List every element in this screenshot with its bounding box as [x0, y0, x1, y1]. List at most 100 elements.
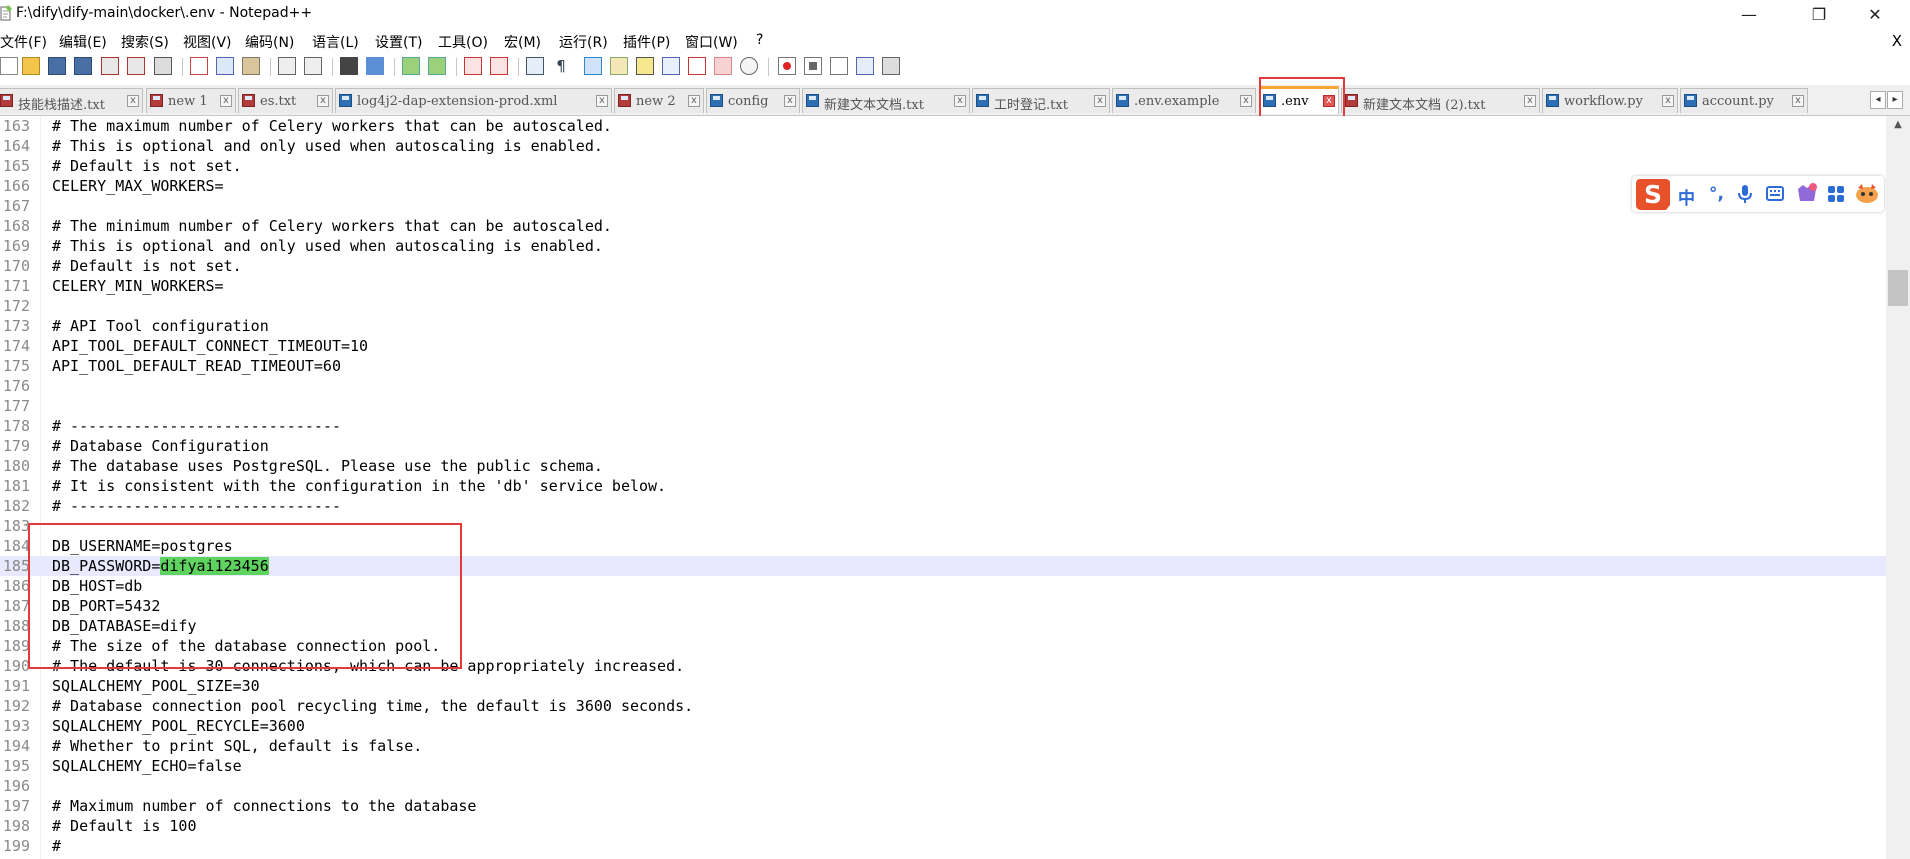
- code-line[interactable]: 163 # The maximum number of Celery worker…: [0, 116, 1886, 136]
- monitoring-icon[interactable]: [714, 57, 732, 75]
- code-line[interactable]: 194 # Whether to print SQL, default is fa…: [0, 736, 1886, 756]
- line-text[interactable]: SQLALCHEMY_POOL_RECYCLE=3600: [52, 716, 305, 736]
- menu-language[interactable]: 语言(L): [312, 32, 359, 52]
- code-line[interactable]: 192 # Database connection pool recycling …: [0, 696, 1886, 716]
- code-line[interactable]: 165 # Default is not set.: [0, 156, 1886, 176]
- tab-close-icon[interactable]: x: [1094, 95, 1106, 107]
- maximize-button[interactable]: ❐: [1796, 0, 1842, 28]
- keyboard-icon[interactable]: [1766, 186, 1784, 201]
- line-text[interactable]: # Database connection pool recycling tim…: [52, 696, 693, 716]
- code-line[interactable]: 199 #: [0, 836, 1886, 856]
- line-text[interactable]: # It is consistent with the configuratio…: [52, 476, 666, 496]
- menu-view[interactable]: 视图(V): [183, 32, 232, 52]
- code-line[interactable]: 168 # The minimum number of Celery worker…: [0, 216, 1886, 236]
- code-line[interactable]: 175 API_TOOL_DEFAULT_READ_TIMEOUT=60: [0, 356, 1886, 376]
- vertical-scrollbar[interactable]: ▲: [1886, 116, 1910, 859]
- close-all-icon[interactable]: [127, 57, 145, 75]
- save-all-icon[interactable]: [74, 57, 92, 75]
- tab-new-text-doc[interactable]: 新建文本文档.txt x: [802, 88, 970, 113]
- tab-close-icon[interactable]: x: [954, 95, 966, 107]
- minimize-button[interactable]: —: [1726, 0, 1772, 28]
- menu-help[interactable]: ?: [756, 32, 763, 48]
- eye-icon[interactable]: [740, 57, 758, 75]
- menu-encoding[interactable]: 编码(N): [245, 32, 294, 52]
- doc-map-icon[interactable]: [610, 57, 628, 75]
- code-line[interactable]: 195 SQLALCHEMY_ECHO=false: [0, 756, 1886, 776]
- menu-window[interactable]: 窗口(W): [685, 32, 738, 52]
- code-line[interactable]: 164 # This is optional and only used when…: [0, 136, 1886, 156]
- menu-run[interactable]: 运行(R): [559, 32, 608, 52]
- tab-new-text-doc-2[interactable]: 新建文本文档 (2).txt x: [1341, 88, 1540, 113]
- tab-timesheet[interactable]: 工时登记.txt x: [972, 88, 1110, 113]
- open-file-icon[interactable]: [22, 57, 40, 75]
- zoom-out-icon[interactable]: [428, 57, 446, 75]
- line-text[interactable]: # This is optional and only used when au…: [52, 136, 603, 156]
- line-text[interactable]: # ------------------------------: [52, 416, 341, 436]
- stop-macro-icon[interactable]: [804, 57, 822, 75]
- code-line[interactable]: 173 # API Tool configuration: [0, 316, 1886, 336]
- code-line[interactable]: 171 CELERY_MIN_WORKERS=: [0, 276, 1886, 296]
- scroll-up-icon[interactable]: ▲: [1886, 116, 1910, 134]
- line-text[interactable]: # API Tool configuration: [52, 316, 269, 336]
- sync-vertical-icon[interactable]: [464, 57, 482, 75]
- paste-icon[interactable]: [242, 57, 260, 75]
- line-text[interactable]: SQLALCHEMY_POOL_SIZE=30: [52, 676, 260, 696]
- line-text[interactable]: # Default is 100: [52, 816, 197, 836]
- tab-scroll-right-icon[interactable]: ▸: [1887, 91, 1903, 109]
- tab-close-icon[interactable]: x: [1524, 95, 1536, 107]
- close-button[interactable]: ✕: [1852, 0, 1898, 28]
- line-text[interactable]: # The database uses PostgreSQL. Please u…: [52, 456, 603, 476]
- save-icon[interactable]: [48, 57, 66, 75]
- zoom-in-icon[interactable]: [402, 57, 420, 75]
- line-text[interactable]: # Database Configuration: [52, 436, 269, 456]
- code-line[interactable]: 177: [0, 396, 1886, 416]
- print-icon[interactable]: [154, 57, 172, 75]
- tab-scroll-left-icon[interactable]: ◂: [1870, 91, 1886, 109]
- tab-config[interactable]: config x: [706, 88, 800, 113]
- tab-close-icon[interactable]: x: [784, 95, 796, 107]
- line-text[interactable]: # This is optional and only used when au…: [52, 236, 603, 256]
- undo-icon[interactable]: [278, 57, 296, 75]
- function-list-icon[interactable]: [636, 57, 654, 75]
- line-text[interactable]: API_TOOL_DEFAULT_CONNECT_TIMEOUT=10: [52, 336, 368, 356]
- skin-icon[interactable]: [1796, 183, 1818, 203]
- ime-toolbar[interactable]: S 中 °,: [1632, 176, 1884, 212]
- replace-icon[interactable]: [366, 57, 384, 75]
- code-line[interactable]: 193 SQLALCHEMY_POOL_RECYCLE=3600: [0, 716, 1886, 736]
- tab-new-1[interactable]: new 1 x: [146, 88, 236, 113]
- code-line[interactable]: 191 SQLALCHEMY_POOL_SIZE=30: [0, 676, 1886, 696]
- tab-env-example[interactable]: .env.example x: [1112, 88, 1256, 113]
- line-text[interactable]: # Whether to print SQL, default is false…: [52, 736, 422, 756]
- play-multiple-icon[interactable]: [856, 57, 874, 75]
- cut-icon[interactable]: [190, 57, 208, 75]
- tab-account-py[interactable]: account.py x: [1680, 88, 1808, 113]
- code-line[interactable]: 180 # The database uses PostgreSQL. Pleas…: [0, 456, 1886, 476]
- scrollbar-thumb[interactable]: [1888, 270, 1908, 306]
- mascot-icon[interactable]: [1854, 183, 1880, 205]
- redo-icon[interactable]: [304, 57, 322, 75]
- code-line[interactable]: 198 # Default is 100: [0, 816, 1886, 836]
- close-document-button[interactable]: X: [1892, 32, 1902, 50]
- show-all-chars-icon[interactable]: ¶: [552, 57, 570, 75]
- line-text[interactable]: # Default is not set.: [52, 256, 242, 276]
- code-line[interactable]: 179 # Database Configuration: [0, 436, 1886, 456]
- menu-edit[interactable]: 编辑(E): [59, 32, 107, 52]
- code-line[interactable]: 170 # Default is not set.: [0, 256, 1886, 276]
- code-line[interactable]: 197 # Maximum number of connections to th…: [0, 796, 1886, 816]
- code-line[interactable]: 166 CELERY_MAX_WORKERS=: [0, 176, 1886, 196]
- code-line[interactable]: 174 API_TOOL_DEFAULT_CONNECT_TIMEOUT=10: [0, 336, 1886, 356]
- new-file-icon[interactable]: [0, 57, 18, 75]
- close-file-icon[interactable]: [101, 57, 119, 75]
- line-text[interactable]: #: [52, 836, 61, 856]
- apps-icon[interactable]: [1828, 186, 1844, 202]
- find-icon[interactable]: [340, 57, 358, 75]
- copy-icon[interactable]: [216, 57, 234, 75]
- tab-close-icon[interactable]: x: [1792, 95, 1804, 107]
- play-macro-icon[interactable]: [830, 57, 848, 75]
- line-text[interactable]: SQLALCHEMY_ECHO=false: [52, 756, 242, 776]
- code-line[interactable]: 169 # This is optional and only used when…: [0, 236, 1886, 256]
- tab-close-icon[interactable]: x: [220, 95, 232, 107]
- code-line[interactable]: 178 # ------------------------------: [0, 416, 1886, 436]
- menu-tools[interactable]: 工具(O): [438, 32, 488, 52]
- sogou-logo-icon[interactable]: S: [1634, 175, 1672, 213]
